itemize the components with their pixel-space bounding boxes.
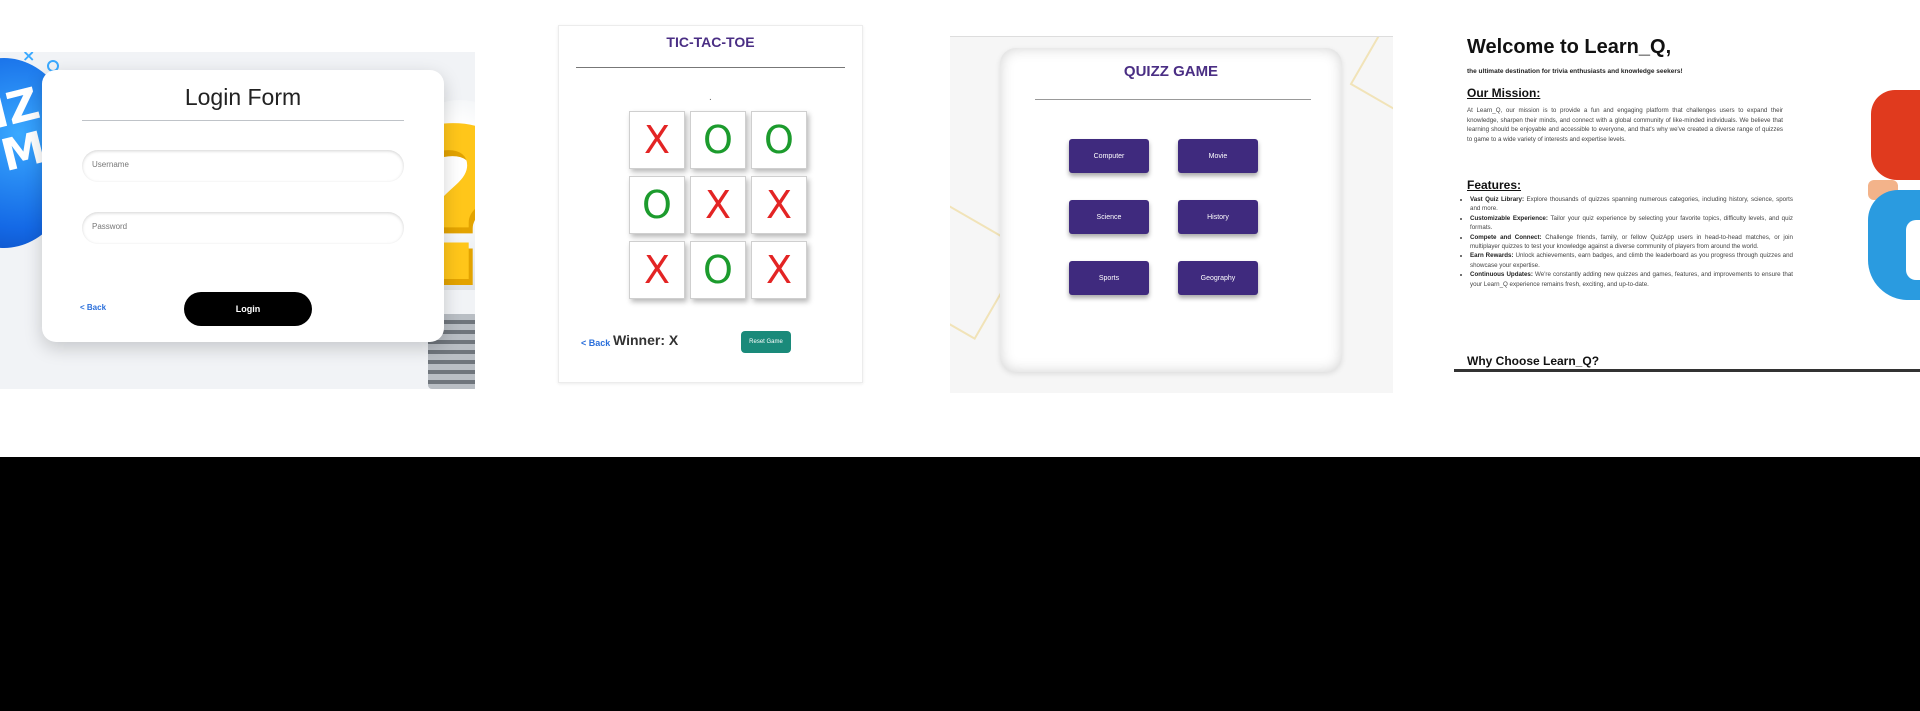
welcome-panel: Welcome to Learn_Q, the ultimate destina… <box>1454 30 1920 372</box>
list-item: Vast Quiz Library: Explore thousands of … <box>1470 195 1793 214</box>
category-button-computer[interactable]: Computer <box>1069 139 1149 173</box>
feature-name: Continuous Updates: <box>1470 271 1533 279</box>
category-button-sports[interactable]: Sports <box>1069 261 1149 295</box>
quiz-panel: QUIZZ GAME Computer Movie Science Histor… <box>950 36 1393 393</box>
quiz-card: QUIZZ GAME Computer Movie Science Histor… <box>1000 48 1342 372</box>
category-button-movie[interactable]: Movie <box>1178 139 1258 173</box>
board-cell[interactable]: X <box>751 241 807 299</box>
features-heading: Features: <box>1467 178 1522 192</box>
features-list: Vast Quiz Library: Explore thousands of … <box>1460 195 1793 289</box>
category-button-science[interactable]: Science <box>1069 200 1149 234</box>
list-item: Compete and Connect: Challenge friends, … <box>1470 233 1793 252</box>
decor-x-icon: × <box>22 52 36 65</box>
reset-game-button[interactable]: Reset Game <box>741 331 791 353</box>
board-cell[interactable]: O <box>690 111 746 169</box>
divider <box>576 67 845 68</box>
feature-name: Vast Quiz Library: <box>1470 196 1525 203</box>
board-cell[interactable]: O <box>690 241 746 299</box>
game-board: X O O O X X X O X <box>629 111 811 299</box>
board-cell[interactable]: X <box>690 176 746 234</box>
divider <box>1035 99 1311 100</box>
back-link[interactable]: < Back <box>80 303 106 312</box>
welcome-subheading: the ultimate destination for trivia enth… <box>1467 68 1683 75</box>
list-item: Earn Rewards: Unlock achievements, earn … <box>1470 251 1793 270</box>
divider <box>1454 369 1920 372</box>
person-illustration <box>1871 90 1920 180</box>
username-field[interactable]: Username <box>82 150 404 182</box>
decor-hexagon <box>1349 37 1393 127</box>
person-illustration <box>1906 220 1920 280</box>
tictactoe-panel: TIC-TAC-TOE . X O O O X X X O X < Back W… <box>558 25 863 383</box>
status-indicator: . <box>709 92 712 103</box>
password-field[interactable]: Password <box>82 212 404 244</box>
board-cell[interactable]: X <box>629 241 685 299</box>
feature-name: Compete and Connect: <box>1470 233 1542 241</box>
category-button-history[interactable]: History <box>1178 200 1258 234</box>
list-item: Customizable Experience: Tailor your qui… <box>1470 214 1793 233</box>
back-link[interactable]: < Back <box>581 338 610 348</box>
divider <box>82 120 404 121</box>
tictactoe-title: TIC-TAC-TOE <box>666 34 755 50</box>
feature-name: Customizable Experience: <box>1470 214 1548 222</box>
welcome-heading: Welcome to Learn_Q, <box>1467 36 1672 58</box>
board-cell[interactable]: X <box>629 111 685 169</box>
login-card: Login Form Username Password < Back Logi… <box>42 70 444 342</box>
feature-name: Earn Rewards: <box>1470 252 1514 260</box>
quiz-title: QUIZZ GAME <box>1123 63 1219 80</box>
category-grid: Computer Movie Science History Sports Ge… <box>1069 139 1274 295</box>
list-item: Continuous Updates: We're constantly add… <box>1470 270 1793 289</box>
login-panel: ? IZ ME × Login Form Username Password <… <box>0 52 475 389</box>
mission-heading: Our Mission: <box>1467 86 1541 100</box>
login-button[interactable]: Login <box>184 292 312 326</box>
winner-text: Winner: X <box>613 332 679 348</box>
board-cell[interactable]: O <box>751 111 807 169</box>
category-button-geography[interactable]: Geography <box>1178 261 1258 295</box>
mission-text: At Learn_Q, our mission is to provide a … <box>1467 107 1783 143</box>
why-heading: Why Choose Learn_Q? <box>1467 354 1600 368</box>
black-background-area <box>0 457 1920 711</box>
username-placeholder: Username <box>92 160 129 169</box>
board-cell[interactable]: X <box>751 176 807 234</box>
login-title: Login Form <box>184 84 302 110</box>
feature-text: Unlock achievements, earn badges, and cl… <box>1470 252 1794 269</box>
board-cell[interactable]: O <box>629 176 685 234</box>
password-placeholder: Password <box>92 222 128 231</box>
